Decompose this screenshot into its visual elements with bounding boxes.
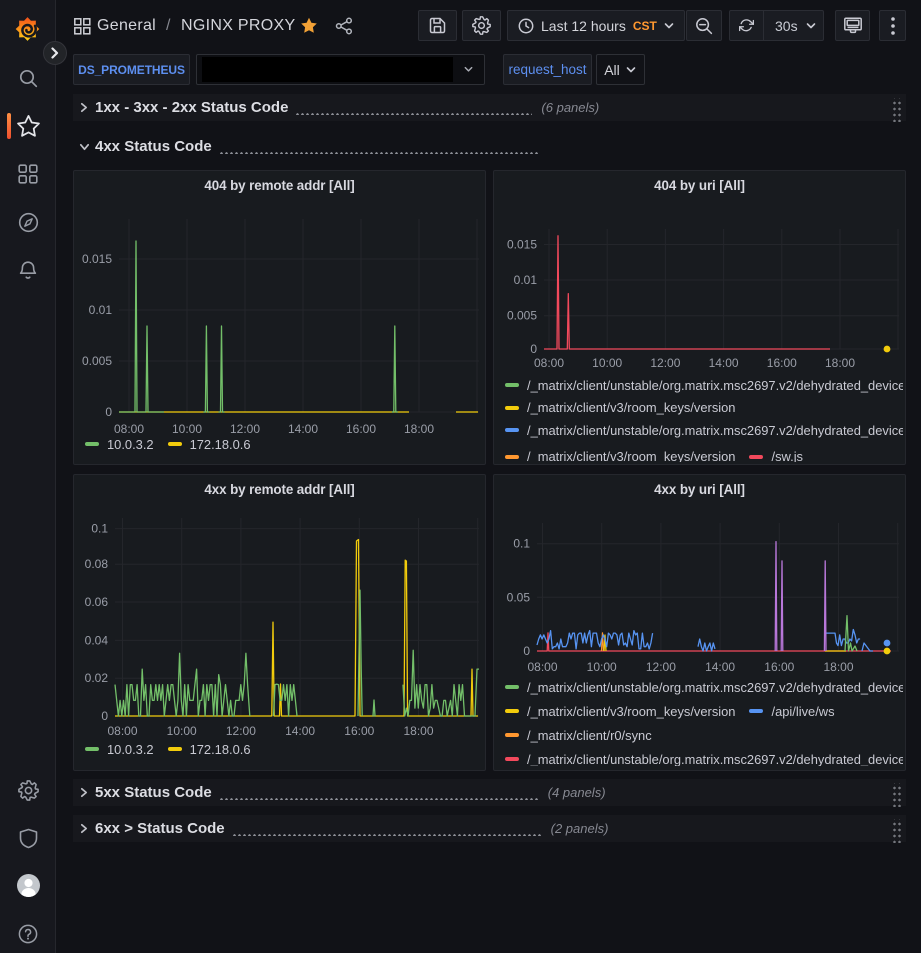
svg-text:0.08: 0.08 <box>85 557 109 571</box>
svg-text:0: 0 <box>101 709 108 723</box>
svg-text:16:00: 16:00 <box>346 422 376 436</box>
svg-text:0.02: 0.02 <box>85 671 109 685</box>
svg-text:08:00: 08:00 <box>107 724 137 738</box>
svg-text:14:00: 14:00 <box>288 422 318 436</box>
svg-text:0.06: 0.06 <box>85 595 109 609</box>
svg-text:12:00: 12:00 <box>226 724 256 738</box>
svg-text:0.1: 0.1 <box>91 522 108 536</box>
svg-text:12:00: 12:00 <box>230 422 260 436</box>
svg-text:0.01: 0.01 <box>89 303 113 317</box>
svg-text:0.015: 0.015 <box>82 252 112 266</box>
svg-text:08:00: 08:00 <box>114 422 144 436</box>
svg-text:0.005: 0.005 <box>82 354 112 368</box>
svg-text:10:00: 10:00 <box>172 422 202 436</box>
svg-text:18:00: 18:00 <box>404 422 434 436</box>
svg-text:10:00: 10:00 <box>167 724 197 738</box>
svg-text:14:00: 14:00 <box>285 724 315 738</box>
svg-text:18:00: 18:00 <box>403 724 433 738</box>
svg-text:16:00: 16:00 <box>344 724 374 738</box>
svg-text:0: 0 <box>105 405 112 419</box>
svg-text:0.04: 0.04 <box>85 633 109 647</box>
